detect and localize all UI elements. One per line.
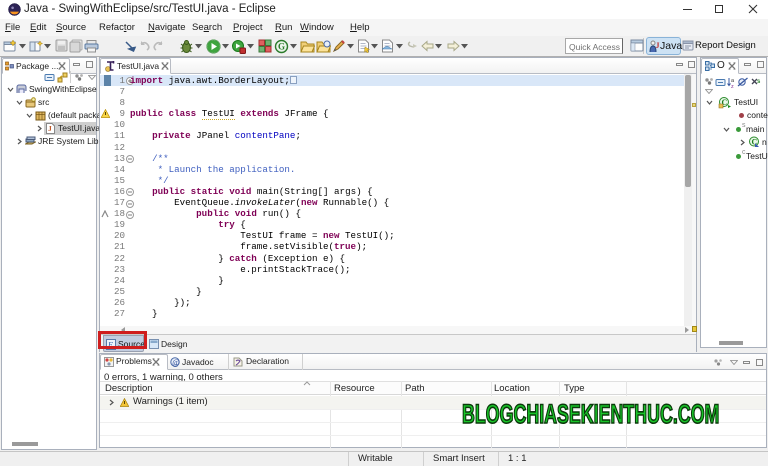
svg-text:J: J <box>656 41 660 50</box>
svg-text:J: J <box>48 124 52 133</box>
svg-text:G: G <box>278 42 285 52</box>
svg-text:s: s <box>757 79 761 85</box>
svg-text:@: @ <box>172 358 179 367</box>
svg-text:z: z <box>731 84 734 88</box>
